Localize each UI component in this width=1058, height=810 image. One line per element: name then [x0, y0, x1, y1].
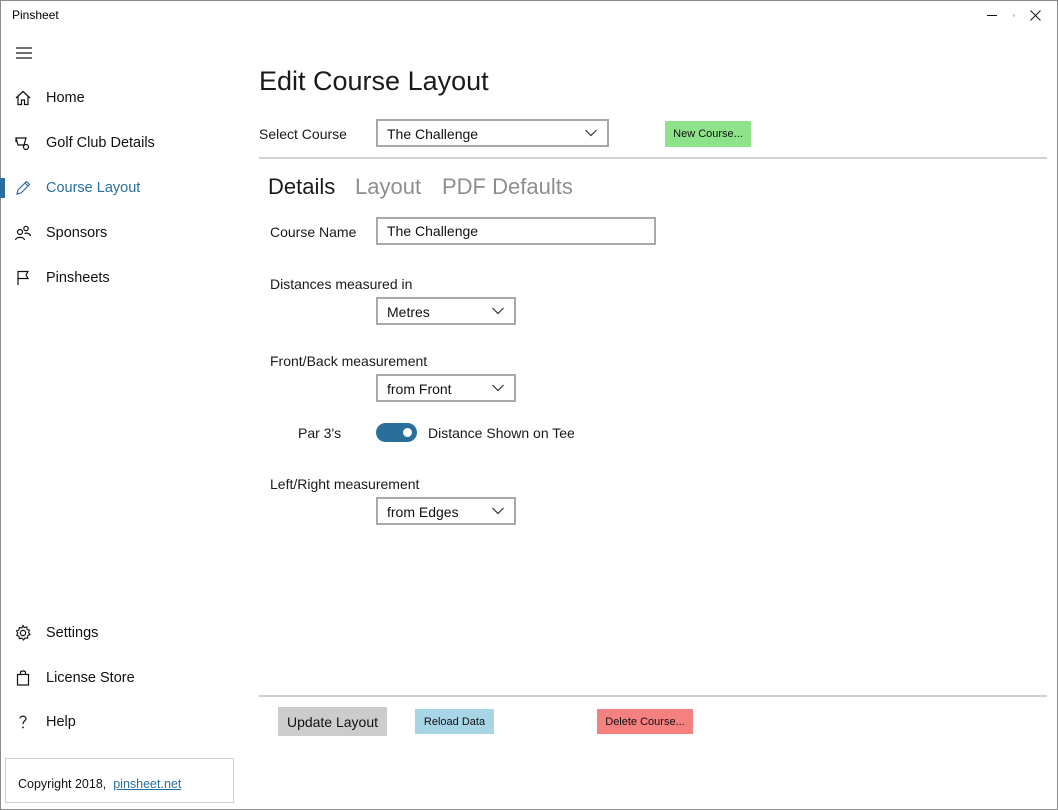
hamburger-menu-button[interactable]: [10, 40, 38, 66]
left-right-label: Left/Right measurement: [270, 476, 420, 492]
shopping-bag-icon: [16, 670, 30, 686]
distances-value: Metres: [387, 304, 430, 320]
close-button[interactable]: [1013, 0, 1057, 30]
nav-item-course-layout[interactable]: Course Layout: [0, 168, 240, 208]
gear-icon: [15, 624, 31, 641]
top-divider: [259, 157, 1047, 159]
title-bar: Pinsheet: [0, 0, 1058, 30]
chevron-down-icon: [585, 129, 597, 137]
tab-details[interactable]: Details: [268, 174, 335, 200]
nav-item-help[interactable]: Help: [0, 702, 240, 742]
left-right-value: from Edges: [387, 504, 459, 520]
chevron-down-icon: [492, 507, 504, 515]
nav-item-label: Golf Club Details: [46, 135, 155, 151]
close-icon: [1029, 9, 1041, 21]
nav-item-settings[interactable]: Settings: [0, 613, 240, 653]
chevron-down-icon: [492, 307, 504, 315]
reload-data-button[interactable]: Reload Data: [415, 709, 494, 734]
course-name-field[interactable]: [376, 217, 656, 245]
nav-item-label: Sponsors: [46, 225, 108, 241]
front-back-dropdown[interactable]: from Front: [376, 374, 516, 402]
select-course-label: Select Course: [259, 126, 347, 142]
course-name-label: Course Name: [270, 224, 357, 240]
flag-icon: [17, 270, 30, 285]
chevron-down-icon: [492, 384, 504, 392]
par3-label: Par 3's: [298, 425, 342, 441]
tab-layout[interactable]: Layout: [355, 174, 421, 200]
people-icon: [14, 225, 32, 241]
nav-item-sponsors[interactable]: Sponsors: [0, 213, 240, 253]
copyright-box: Copyright 2018, pinsheet.net: [5, 758, 234, 803]
copyright-label: Copyright 2018,: [18, 777, 107, 791]
question-icon: [19, 715, 27, 729]
front-back-label: Front/Back measurement: [270, 353, 428, 369]
nav-item-label: Pinsheets: [46, 270, 110, 286]
course-name-input[interactable]: [378, 219, 654, 243]
new-course-button[interactable]: New Course...: [665, 121, 751, 147]
toggle-knob: [403, 428, 412, 437]
pencil-icon: [16, 180, 31, 195]
nav-item-label: License Store: [46, 670, 135, 686]
maximize-button[interactable]: [971, 0, 1015, 30]
update-layout-button[interactable]: Update Layout: [278, 707, 387, 736]
select-course-value: The Challenge: [387, 126, 479, 142]
delete-course-button[interactable]: Delete Course...: [597, 709, 693, 734]
nav-selection-indicator: [0, 178, 5, 198]
nav-item-label: Home: [46, 90, 85, 106]
nav-item-pinsheets[interactable]: Pinsheets: [0, 258, 240, 298]
distances-label: Distances measured in: [270, 276, 413, 292]
select-course-dropdown[interactable]: The Challenge: [376, 119, 609, 147]
par3-toggle-switch[interactable]: [376, 423, 417, 442]
front-back-value: from Front: [387, 381, 452, 397]
page-title: Edit Course Layout: [259, 66, 489, 97]
nav-item-label: Settings: [46, 625, 99, 641]
hamburger-icon: [16, 47, 32, 59]
nav-item-license-store[interactable]: License Store: [0, 658, 240, 698]
distances-dropdown[interactable]: Metres: [376, 297, 516, 325]
tab-pdf-defaults[interactable]: PDF Defaults: [442, 174, 573, 200]
nav-item-label: Help: [46, 714, 76, 730]
website-link[interactable]: pinsheet.net: [113, 777, 181, 791]
bottom-divider: [259, 695, 1047, 697]
par3-toggle-text: Distance Shown on Tee: [428, 425, 575, 441]
left-right-dropdown[interactable]: from Edges: [376, 497, 516, 525]
nav-item-label: Course Layout: [46, 180, 141, 196]
nav-item-home[interactable]: Home: [0, 78, 240, 118]
app-title: Pinsheet: [12, 8, 59, 22]
golf-cart-icon: [15, 137, 30, 151]
copyright-text: Copyright 2018, pinsheet.net: [18, 777, 181, 791]
home-icon: [15, 90, 31, 106]
nav-item-golf-club-details[interactable]: Golf Club Details: [0, 123, 240, 163]
